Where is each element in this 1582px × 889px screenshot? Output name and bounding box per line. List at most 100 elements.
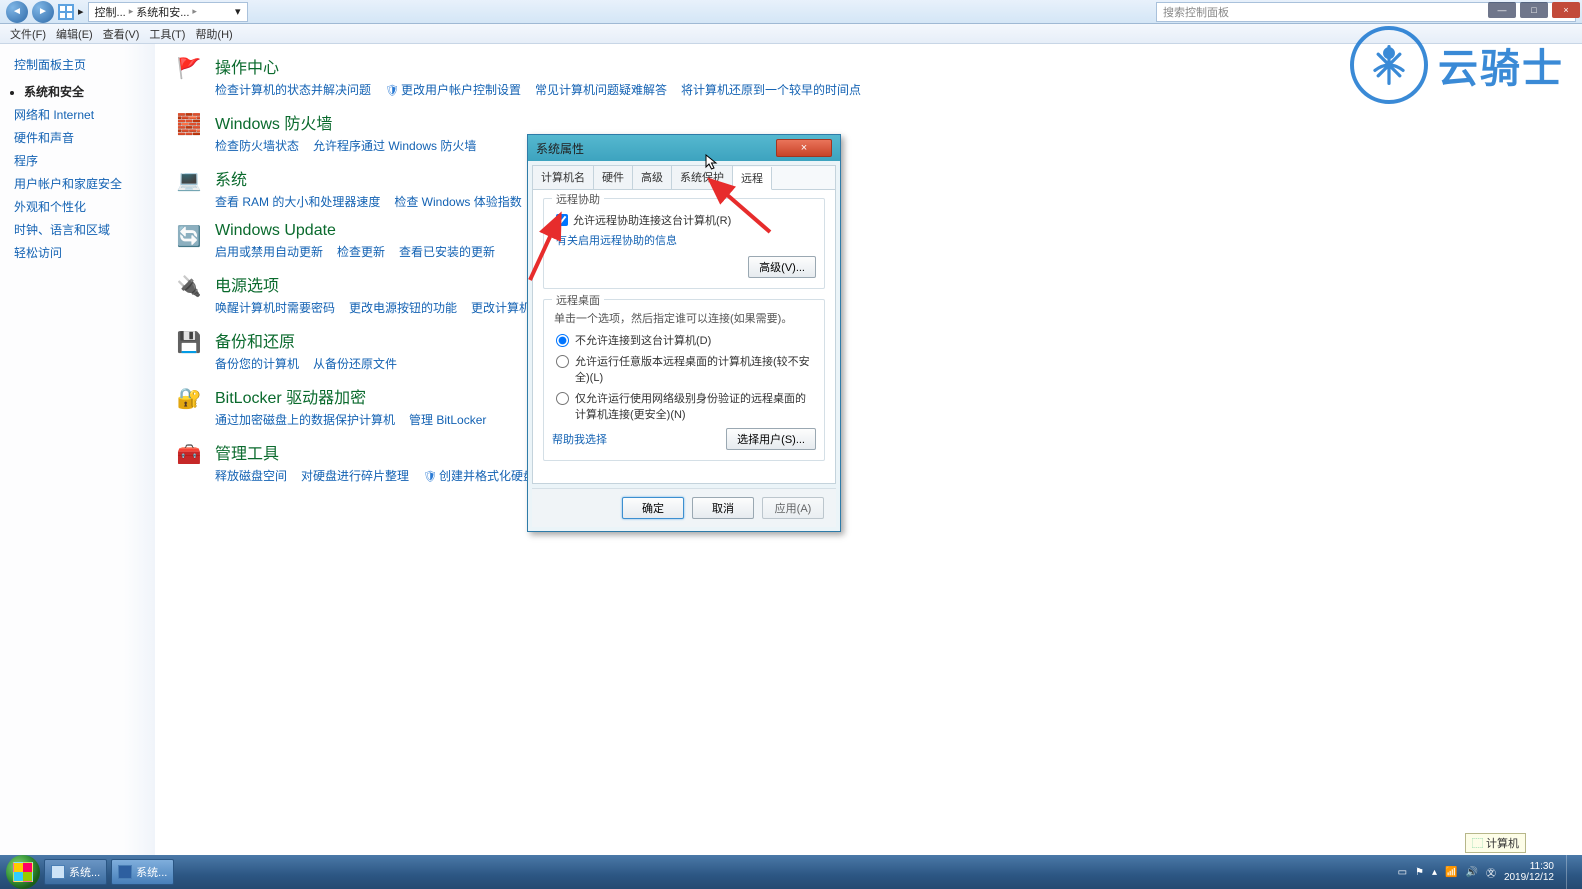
category-icon: 💾 [175,328,203,356]
taskbar-clock[interactable]: 11:30 2019/12/12 [1504,861,1554,883]
breadcrumb-seg-2[interactable]: 系统和安... [136,4,189,20]
allow-remote-assist-label: 允许远程协助连接这台计算机(R) [573,212,731,228]
category-row: 💻系统查看 RAM 的大小和处理器速度检查 Windows 体验指数🛡允许远程访… [175,166,1562,210]
tray-volume-icon[interactable]: 🔊 [1465,867,1477,878]
shield-icon: 🛡 [385,85,399,97]
category-title[interactable]: 系统 [215,166,1562,190]
menu-help[interactable]: 帮助(H) [191,25,236,43]
category-link[interactable]: 对硬盘进行碎片整理 [301,467,409,484]
category-link[interactable]: 从备份还原文件 [313,355,397,372]
category-link[interactable]: 检查计算机的状态并解决问题 [215,81,371,98]
sidebar-item-system-security[interactable]: 系统和安全 [24,83,147,100]
tab-advanced[interactable]: 高级 [633,166,672,189]
category-icon: 🔐 [175,384,203,412]
allow-remote-assist-checkbox[interactable] [556,214,568,226]
remote-desktop-group: 远程桌面 单击一个选项，然后指定谁可以连接(如果需要)。 不允许连接到这台计算机… [543,299,825,461]
sidebar-item-network[interactable]: 网络和 Internet [14,106,147,123]
rd-opt2-radio[interactable] [556,355,569,368]
breadcrumb-dropdown-icon[interactable]: ▾ [235,5,241,18]
category-link[interactable]: 唤醒计算机时需要密码 [215,299,335,316]
allow-remote-assist-row[interactable]: 允许远程协助连接这台计算机(R) [556,212,816,228]
tray-action-center-icon[interactable]: ⚑ [1415,867,1424,878]
category-link[interactable]: 启用或禁用自动更新 [215,243,323,260]
tab-computer-name[interactable]: 计算机名 [533,166,594,189]
show-desktop-button[interactable] [1566,855,1576,889]
category-icon: 🧰 [175,440,203,468]
rd-opt1-row[interactable]: 不允许连接到这台计算机(D) [556,332,816,348]
tab-hardware[interactable]: 硬件 [594,166,633,189]
menu-edit[interactable]: 编辑(E) [52,25,97,43]
tab-system-protect[interactable]: 系统保护 [672,166,733,189]
sidebar-item-clock[interactable]: 时钟、语言和区域 [14,221,147,238]
cancel-button[interactable]: 取消 [692,497,754,519]
sidebar-list: 系统和安全 网络和 Internet 硬件和声音 程序 用户帐户和家庭安全 外观… [14,83,147,261]
control-panel-icon [58,4,74,20]
category-title[interactable]: 电源选项 [215,272,1562,296]
dialog-inner: 远程协助 允许远程协助连接这台计算机(R) 有关启用远程协助的信息 高级(V).… [533,190,835,483]
remote-assist-advanced-button[interactable]: 高级(V)... [748,256,816,278]
taskbar-item-1[interactable]: 系统... [44,859,107,885]
tray-chevron-icon[interactable]: ▴ [1432,867,1437,878]
category-title[interactable]: Windows Update [215,222,1562,240]
category-link[interactable]: 检查防火墙状态 [215,137,299,154]
rd-opt1-radio[interactable] [556,334,569,347]
category-link[interactable]: 将计算机还原到一个较早的时间点 [681,81,861,98]
tray-network-icon[interactable]: 📶 [1445,867,1457,878]
category-row: 🔐 BitLocker 驱动器加密通过加密磁盘上的数据保护计算机管理 BitLoc… [175,384,1562,428]
sidebar-item-hardware[interactable]: 硬件和声音 [14,129,147,146]
category-link[interactable]: 常见计算机问题疑难解答 [535,81,667,98]
category-link[interactable]: 更改电源按钮的功能 [349,299,457,316]
category-link[interactable]: 允许程序通过 Windows 防火墙 [313,137,476,154]
category-links: 通过加密磁盘上的数据保护计算机管理 BitLocker [215,411,1562,428]
dialog-close-button[interactable]: × [776,139,832,157]
breadcrumb-seg-1[interactable]: 控制... [95,4,126,20]
category-link[interactable]: 检查 Windows 体验指数 [394,193,521,210]
start-button[interactable] [6,855,40,889]
category-link[interactable]: 管理 BitLocker [409,411,486,428]
sidebar-item-programs[interactable]: 程序 [14,152,147,169]
close-window-button[interactable]: × [1552,2,1580,18]
select-users-button[interactable]: 选择用户(S)... [726,428,816,450]
tray-ime-icon[interactable]: ㉆ [1486,865,1496,880]
taskbar-item-2[interactable]: 系统... [111,859,174,885]
category-link[interactable]: 查看 RAM 的大小和处理器速度 [215,193,380,210]
sidebar-item-appearance[interactable]: 外观和个性化 [14,198,147,215]
dialog-titlebar[interactable]: 系统属性 × [528,135,840,161]
nav-fwd-button[interactable]: ► [32,1,54,23]
nav-back-button[interactable]: ◄ [6,1,28,23]
apply-button[interactable]: 应用(A) [762,497,824,519]
category-link[interactable]: 备份您的计算机 [215,355,299,372]
sidebar-home[interactable]: 控制面板主页 [14,56,147,73]
sidebar: 控制面板主页 系统和安全 网络和 Internet 硬件和声音 程序 用户帐户和… [0,44,155,889]
category-title[interactable]: 管理工具 [215,440,1562,464]
tray-battery-icon[interactable]: ▭ [1398,867,1407,878]
remote-assist-info-link[interactable]: 有关启用远程协助的信息 [556,232,816,248]
rd-opt2-row[interactable]: 允许运行任意版本远程桌面的计算机连接(较不安全)(L) [556,353,816,385]
category-links: 唤醒计算机时需要密码更改电源按钮的功能更改计算机睡眠时间 [215,299,1562,316]
ok-button[interactable]: 确定 [622,497,684,519]
category-title[interactable]: 备份和还原 [215,328,1562,352]
breadcrumb[interactable]: 控制... ▸ 系统和安... ▸ ▾ [88,2,248,22]
sidebar-item-ease[interactable]: 轻松访问 [14,244,147,261]
category-link[interactable]: 通过加密磁盘上的数据保护计算机 [215,411,395,428]
menu-file[interactable]: 文件(F) [6,25,50,43]
category-title[interactable]: BitLocker 驱动器加密 [215,384,1562,408]
category-title[interactable]: 操作中心 [215,54,1562,78]
sidebar-item-accounts[interactable]: 用户帐户和家庭安全 [14,175,147,192]
rd-opt3-radio[interactable] [556,392,569,405]
category-link[interactable]: 🛡更改用户帐户控制设置 [385,81,521,98]
tab-remote[interactable]: 远程 [733,167,772,190]
category-link[interactable]: 检查更新 [337,243,385,260]
category-icon: 🔌 [175,272,203,300]
rd-opt3-row[interactable]: 仅允许运行使用网络级别身份验证的远程桌面的计算机连接(更安全)(N) [556,390,816,422]
menu-view[interactable]: 查看(V) [99,25,144,43]
bc-sep: ▸ [78,5,84,18]
maximize-button[interactable]: □ [1520,2,1548,18]
category-link[interactable]: 查看已安装的更新 [399,243,495,260]
menu-tools[interactable]: 工具(T) [145,25,189,43]
category-link[interactable]: 释放磁盘空间 [215,467,287,484]
rd-help-link[interactable]: 帮助我选择 [552,431,607,447]
category-links: 启用或禁用自动更新检查更新查看已安装的更新 [215,243,1562,260]
minimize-button[interactable]: — [1488,2,1516,18]
category-title[interactable]: Windows 防火墙 [215,110,1562,134]
